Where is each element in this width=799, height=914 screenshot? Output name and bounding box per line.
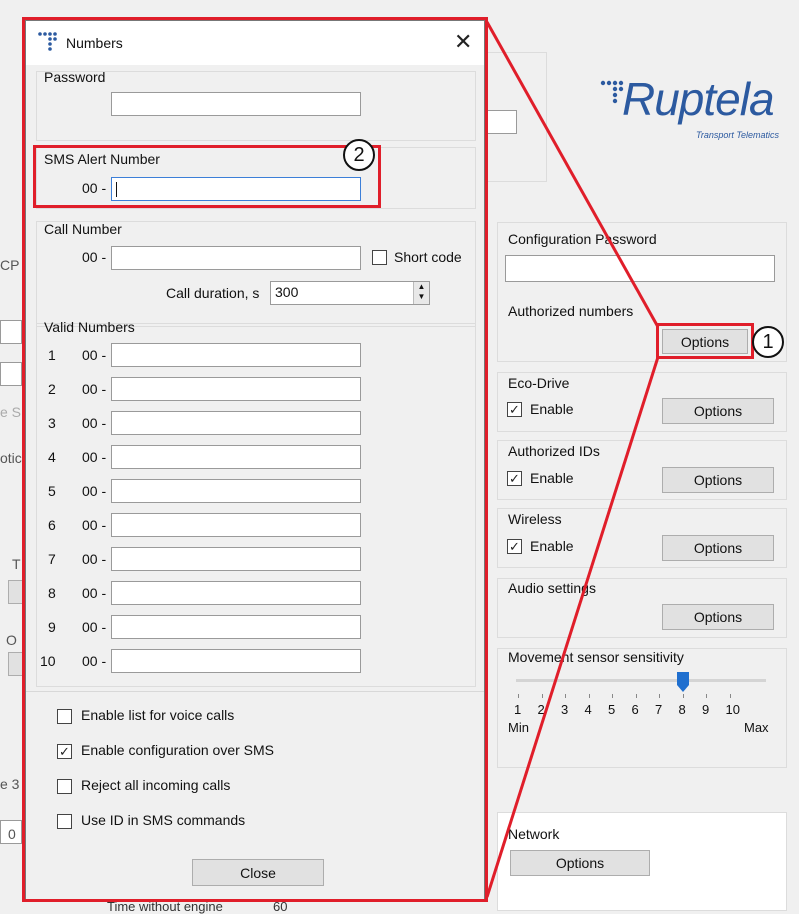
callout-marker-1: 1 [752,326,784,358]
callout-marker-2: 2 [343,139,375,171]
callout-connector-lines [485,21,660,898]
